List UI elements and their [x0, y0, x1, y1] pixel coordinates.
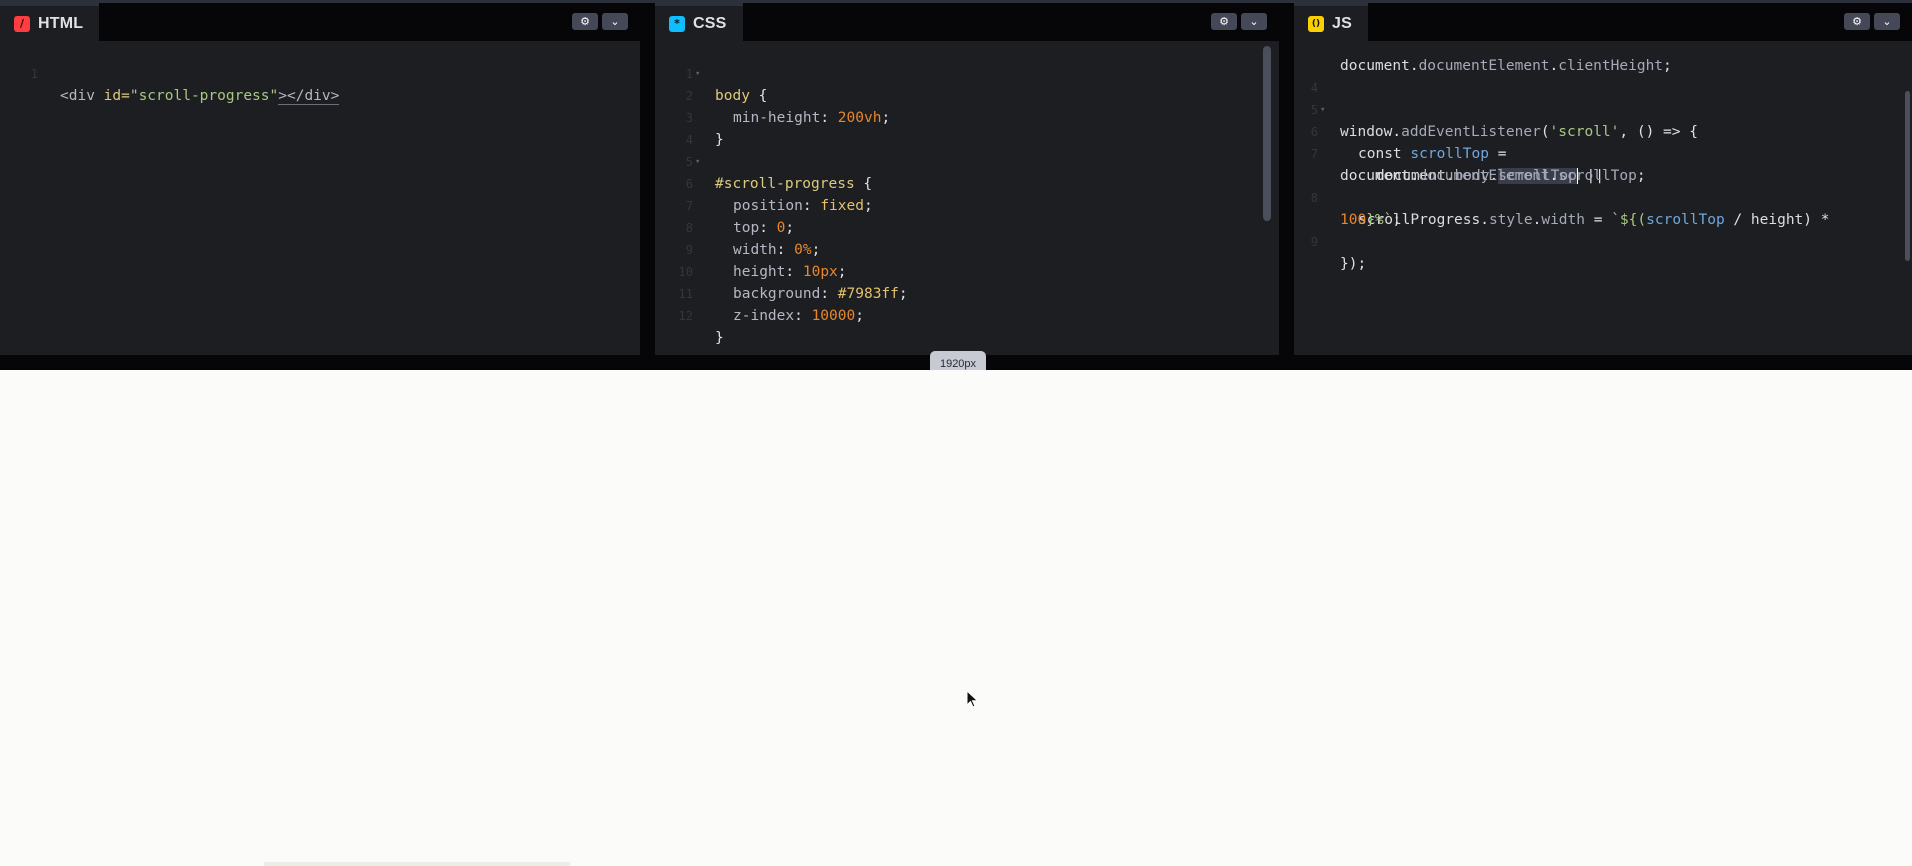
- code-line: 2 min-height: 200vh;: [655, 63, 1279, 126]
- html-collapse-chevron-down-icon[interactable]: ⌄: [602, 13, 628, 30]
- line-number: 9: [1310, 235, 1318, 249]
- code-line: 3 }: [655, 85, 1279, 148]
- code-line: 11 z-index: 10000;: [655, 261, 1279, 324]
- js-panel: () JS ⚙ ⌄ document.documentElement.clien…: [1294, 3, 1912, 355]
- code-line: 4: [1294, 55, 1912, 95]
- code-line: 9 });: [1294, 209, 1912, 272]
- code-line: 7 document.body.scrollTop ||: [1294, 121, 1912, 184]
- html-settings-gear-icon[interactable]: ⚙: [572, 13, 598, 30]
- html-close-tag: ></div>: [278, 88, 340, 105]
- html-code-editor[interactable]: 1 <div id="scroll-progress"></div>: [0, 41, 640, 355]
- code-line: 8 scrollProgress.style.width = `${(scrol…: [1294, 165, 1912, 228]
- css-tab[interactable]: * CSS: [655, 3, 743, 41]
- js-collapse-chevron-down-icon[interactable]: ⌄: [1874, 13, 1900, 30]
- js-settings-gear-icon[interactable]: ⚙: [1844, 13, 1870, 30]
- code-line: 10 background: #7983ff;: [655, 239, 1279, 302]
- js-parens-icon: (): [1308, 15, 1324, 32]
- code-line: 100}%`;: [1294, 187, 1912, 228]
- css-code-editor[interactable]: 1 ▾ body { 2 min-height: 200vh; 3 } 4 5 ▾ …: [655, 41, 1279, 355]
- mouse-pointer-icon: [966, 690, 979, 708]
- js-tab-label: JS: [1332, 14, 1352, 32]
- panel-divider[interactable]: [640, 3, 655, 355]
- css-tab-label: CSS: [693, 14, 727, 32]
- css-collapse-chevron-down-icon[interactable]: ⌄: [1241, 13, 1267, 30]
- css-value: 10000: [811, 308, 856, 324]
- code-line: 1 ▾ body {: [655, 41, 1279, 104]
- panel-divider[interactable]: [1279, 3, 1294, 355]
- js-panel-header: () JS ⚙ ⌄: [1294, 3, 1912, 41]
- code-line: 5 ▾ window.addEventListener('scroll', () …: [1294, 77, 1912, 140]
- html-attr-value: "scroll-progress": [129, 88, 279, 104]
- code-editor-area: / HTML ⚙ ⌄ 1 <div id="scroll-progress"><…: [0, 0, 1912, 355]
- code-line: 7 top: 0;: [655, 173, 1279, 236]
- html-slash-icon: /: [14, 15, 30, 32]
- html-tab-label: HTML: [38, 14, 84, 32]
- css-asterisk-icon: *: [669, 15, 685, 32]
- code-line: 1 <div id="scroll-progress"></div>: [0, 41, 640, 105]
- line-number: 1: [30, 67, 38, 81]
- css-scrollbar[interactable]: [1263, 46, 1271, 221]
- code-line: 6 const scrollTop =: [1294, 99, 1912, 162]
- js-code-editor[interactable]: document.documentElement.clientHeight; 4…: [1294, 41, 1912, 355]
- css-brace: }: [715, 330, 724, 346]
- js-token: });: [1340, 256, 1367, 272]
- code-line: 6 position: fixed;: [655, 151, 1279, 214]
- code-line: document.documentElement.clientHeight;: [1294, 41, 1912, 74]
- code-line: 8 width: 0%;: [655, 195, 1279, 258]
- preview-bottom-strip: [264, 862, 570, 866]
- line-number: 12: [678, 309, 693, 323]
- html-attr-name: id=: [94, 88, 130, 104]
- html-tab[interactable]: / HTML: [0, 3, 100, 41]
- css-settings-gear-icon[interactable]: ⚙: [1211, 13, 1237, 30]
- code-line: document.documentElement.scrollTop;: [1294, 143, 1912, 184]
- code-line: 4: [655, 107, 1279, 147]
- code-line: 9 height: 10px;: [655, 217, 1279, 280]
- code-line: 5 ▾ #scroll-progress {: [655, 129, 1279, 192]
- js-tab[interactable]: () JS: [1294, 3, 1368, 41]
- html-open-tag: <div: [60, 88, 95, 104]
- code-line: 12 }: [655, 283, 1279, 346]
- js-scrollbar[interactable]: [1905, 91, 1910, 261]
- css-panel-header: * CSS ⚙ ⌄: [655, 3, 1279, 41]
- html-panel-header: / HTML ⚙ ⌄: [0, 3, 640, 41]
- html-panel: / HTML ⚙ ⌄ 1 <div id="scroll-progress"><…: [0, 3, 640, 355]
- css-colon: :: [794, 308, 812, 324]
- css-panel: * CSS ⚙ ⌄ 1 ▾ body { 2 min-height: 200vh;…: [655, 3, 1279, 355]
- preview-pane[interactable]: [0, 370, 1912, 866]
- css-semicolon: ;: [855, 308, 864, 324]
- css-property: z-index: [733, 308, 795, 324]
